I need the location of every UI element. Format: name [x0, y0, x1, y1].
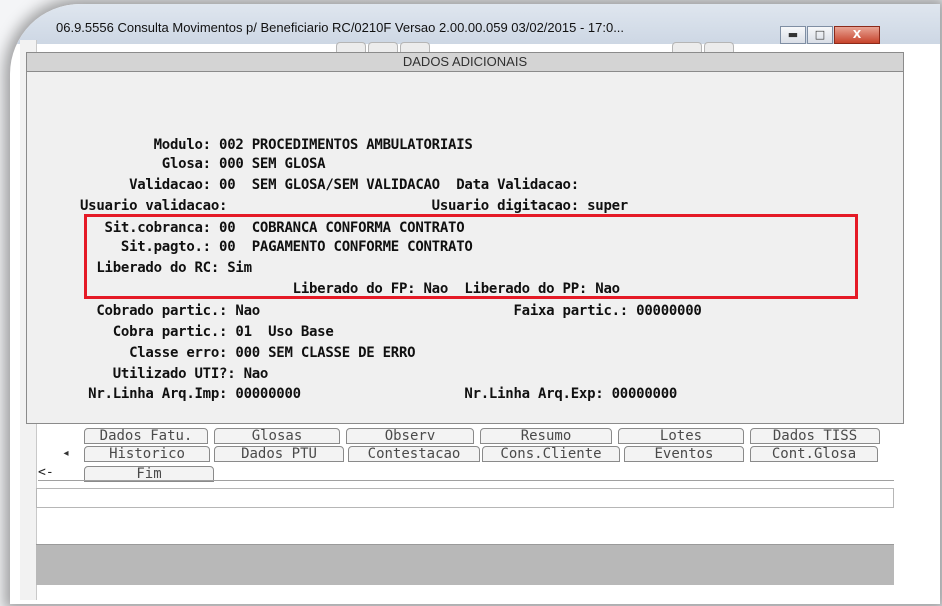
field-modulo: Modulo: 002 PROCEDIMENTOS AMBULATORIAIS [80, 137, 473, 153]
maximize-button[interactable]: □ [807, 26, 833, 44]
tab-observ[interactable]: Observ [346, 428, 474, 444]
tab-content-panel [36, 488, 894, 508]
field-glosa: Glosa: 000 SEM GLOSA [80, 156, 326, 172]
close-button[interactable]: X [834, 26, 880, 44]
tab-eventos[interactable]: Eventos [624, 446, 744, 462]
tab-bar: Dados Fatu. Glosas Observ Resumo Lotes D… [78, 428, 882, 492]
tab-strip-line [38, 480, 894, 481]
maximize-icon: □ [814, 28, 826, 41]
window-titlebar: 06.9.5556 Consulta Movimentos p/ Benefic… [10, 4, 940, 44]
tab-historico[interactable]: Historico [84, 446, 210, 462]
tab-scroll-left-icon[interactable]: ◂ [60, 446, 72, 462]
tab-lotes[interactable]: Lotes [618, 428, 744, 444]
tab-cont-glosa[interactable]: Cont.Glosa [750, 446, 878, 462]
back-arrow-icon[interactable]: <- [38, 466, 54, 480]
close-icon: X [852, 28, 862, 41]
tab-dados-ptu[interactable]: Dados PTU [214, 446, 344, 462]
tab-glosas[interactable]: Glosas [214, 428, 340, 444]
tab-dados-fatu[interactable]: Dados Fatu. [84, 428, 208, 444]
field-nr-linha: Nr.Linha Arq.Imp: 00000000 Nr.Linha Arq.… [80, 386, 678, 402]
field-validacao: Validacao: 00 SEM GLOSA/SEM VALIDACAO Da… [80, 177, 579, 193]
field-cobra-partic: Cobra partic.: 01 Uso Base [80, 324, 334, 340]
window-title: 06.9.5556 Consulta Movimentos p/ Benefic… [56, 20, 625, 35]
tab-resumo[interactable]: Resumo [480, 428, 612, 444]
dialog-title: DADOS ADICIONAIS [27, 53, 903, 72]
tab-dados-tiss[interactable]: Dados TISS [750, 428, 880, 444]
tab-contestacao[interactable]: Contestacao [348, 446, 480, 462]
field-utilizado-uti: Utilizado UTI?: Nao [80, 366, 269, 382]
status-bar [36, 544, 894, 585]
highlight-box [84, 214, 858, 299]
field-classe-erro: Classe erro: 000 SEM CLASSE DE ERRO [80, 345, 416, 361]
field-cobrado-partic: Cobrado partic.: Nao Faixa partic.: 0000… [80, 303, 702, 319]
minimize-icon: ▬ [787, 28, 799, 41]
field-usuario: Usuario validacao: Usuario digitacao: su… [80, 198, 628, 214]
tab-cons-cliente[interactable]: Cons.Cliente [482, 446, 620, 462]
